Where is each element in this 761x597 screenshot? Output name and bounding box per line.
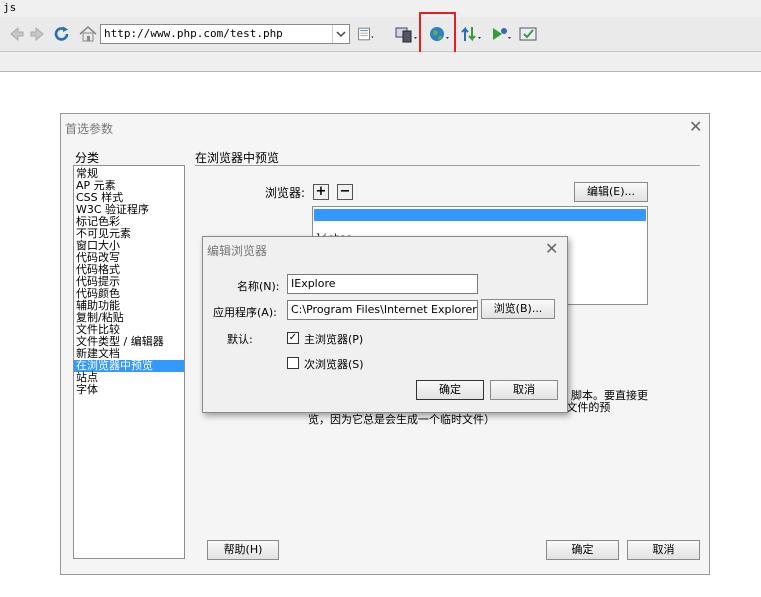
close-icon[interactable]: ✕ xyxy=(689,119,702,135)
name-label: 名称(N): xyxy=(237,280,280,293)
default-label: 默认: xyxy=(227,333,253,346)
preferences-title: 首选参数 xyxy=(65,122,114,136)
description-line: 览，因为它总是会生成一个临时文件） xyxy=(308,413,495,426)
view-options-icon[interactable] xyxy=(357,25,377,43)
window-title: js xyxy=(3,1,17,14)
validate-icon[interactable] xyxy=(518,25,542,43)
primary-browser-checkbox[interactable]: ✓ xyxy=(287,332,299,344)
add-browser-button[interactable]: + xyxy=(313,184,329,200)
browse-button[interactable]: 浏览(B)... xyxy=(481,299,555,319)
edit-browser-dialog: 编辑浏览器 ✕ 名称(N): IExplore 应用程序(A): C:\Prog… xyxy=(202,236,568,413)
chevron-down-icon xyxy=(336,31,346,38)
secondary-browser-checkbox[interactable] xyxy=(287,357,299,369)
pane-title: 在浏览器中预览 xyxy=(195,151,280,165)
cancel-button[interactable]: 取消 xyxy=(627,540,700,560)
browser-row[interactable]: liebao Ctrl F12 xyxy=(314,221,646,256)
list-item[interactable]: 字体 xyxy=(76,384,98,396)
name-field[interactable]: IExplore xyxy=(287,274,478,294)
category-label: 分类 xyxy=(75,151,100,165)
close-icon[interactable]: ✕ xyxy=(545,241,558,257)
edit-cancel-button[interactable]: 取消 xyxy=(490,380,558,400)
secondary-browser-label: 次浏览器(S) xyxy=(304,358,364,371)
toolbar: http://www.php.com/test.php xyxy=(0,17,761,52)
help-button[interactable]: 帮助(H) xyxy=(207,540,279,560)
home-icon[interactable] xyxy=(78,25,98,43)
remove-browser-button[interactable]: − xyxy=(337,184,353,200)
application-path-field[interactable]: C:\Program Files\Internet Explorer\IEx xyxy=(287,300,478,320)
edit-browser-button[interactable]: 编辑(E)... xyxy=(574,182,648,202)
window-title-bar: js xyxy=(0,0,761,17)
edit-browser-title: 编辑浏览器 xyxy=(207,244,268,258)
browser-row-selected[interactable]: IExplore F12 xyxy=(314,209,646,244)
address-input[interactable]: http://www.php.com/test.php xyxy=(100,24,350,44)
ok-button[interactable]: 确定 xyxy=(546,540,619,560)
debug-icon[interactable] xyxy=(490,25,514,43)
document-bar xyxy=(0,52,761,72)
primary-browser-label: 主浏览器(P) xyxy=(304,333,364,346)
browsers-label: 浏览器: xyxy=(265,186,306,200)
multiscreen-icon[interactable] xyxy=(395,25,419,43)
divider xyxy=(195,165,700,166)
category-list[interactable]: 常规 AP 元素 CSS 样式 W3C 验证程序 标记色彩 不可见元素 窗口大小… xyxy=(73,165,185,559)
edit-ok-button[interactable]: 确定 xyxy=(416,380,484,400)
forward-arrow-icon[interactable] xyxy=(28,25,48,43)
address-value: http://www.php.com/test.php xyxy=(104,27,283,40)
refresh-icon[interactable] xyxy=(52,25,72,43)
address-dropdown[interactable] xyxy=(332,25,349,43)
back-arrow-icon[interactable] xyxy=(6,25,26,43)
file-transfer-icon[interactable] xyxy=(460,25,484,43)
application-label: 应用程序(A): xyxy=(213,306,277,319)
